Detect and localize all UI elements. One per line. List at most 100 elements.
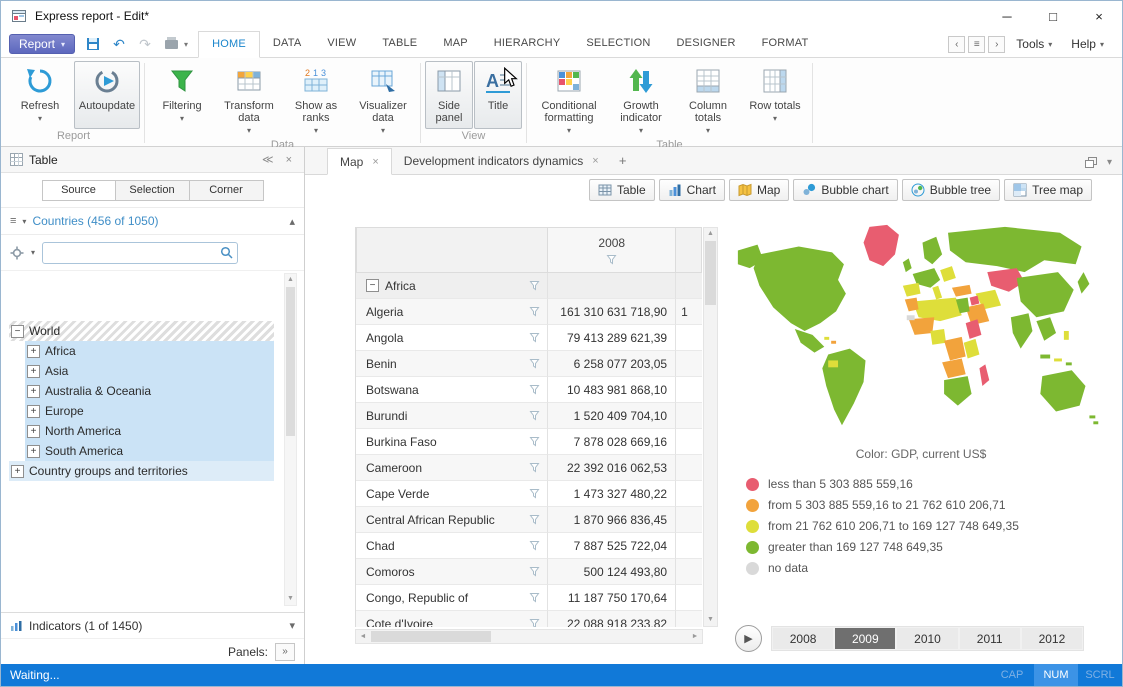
ribbon-tab-home[interactable]: HOME [198, 31, 260, 58]
undo-button[interactable]: ↶ [109, 34, 129, 54]
table-row[interactable]: Algeria161 310 631 718,901 [356, 299, 702, 325]
table-row[interactable]: Congo, Republic of11 187 750 170,64 [356, 585, 702, 611]
scroll-up-icon[interactable]: ▲ [707, 228, 714, 240]
restore-layout-icon[interactable] [1085, 157, 1097, 168]
table-row[interactable]: Botswana10 483 981 868,10 [356, 377, 702, 403]
table-group-row[interactable]: −Africa [356, 273, 702, 299]
country-cell[interactable]: Benin [356, 351, 548, 377]
dimension-header[interactable]: ≡ ▾ Countries (456 of 1050) ▴ [1, 207, 304, 235]
table-row[interactable]: Burundi1 520 409 704,10 [356, 403, 702, 429]
scroll-down-icon[interactable]: ▼ [287, 593, 294, 605]
table-row[interactable]: Central African Republic1 870 966 836,45 [356, 507, 702, 533]
table-row[interactable]: Benin6 258 077 203,05 [356, 351, 702, 377]
filter-icon[interactable] [529, 410, 540, 421]
minimize-button[interactable]: ─ [984, 1, 1030, 31]
expand-icon[interactable]: + [27, 405, 40, 418]
collapse-section-icon[interactable]: ▴ [289, 215, 295, 228]
search-input[interactable] [42, 242, 238, 264]
scroll-up-icon[interactable]: ▲ [287, 274, 294, 286]
table-row[interactable]: Cote d'Ivoire22 088 918 233,82 [356, 611, 702, 627]
country-cell[interactable]: Botswana [356, 377, 548, 403]
country-cell[interactable]: Comoros [356, 559, 548, 585]
print-button[interactable] [161, 34, 181, 54]
value-cell[interactable]: 1 520 409 704,10 [548, 403, 676, 429]
show-as-ranks-button[interactable]: 213 Show as ranks ▾ [283, 61, 349, 138]
maximize-button[interactable]: □ [1030, 1, 1076, 31]
ribbon-tab-map[interactable]: MAP [430, 31, 480, 57]
year-button-2009[interactable]: 2009 [835, 628, 895, 649]
indicators-section-header[interactable]: Indicators (1 of 1450) ▾ [1, 612, 304, 638]
tree-item-country-groups-and-territories[interactable]: +Country groups and territories [9, 461, 274, 481]
filter-icon[interactable] [529, 540, 540, 551]
tree-item-south-america[interactable]: +South America [25, 441, 274, 461]
autoupdate-button[interactable]: Autoupdate [74, 61, 140, 129]
filter-icon[interactable] [606, 254, 617, 265]
country-cell[interactable]: Chad [356, 533, 548, 559]
title-button[interactable]: A Title [474, 61, 522, 129]
tree-item-europe[interactable]: +Europe [25, 401, 274, 421]
close-button[interactable]: × [1076, 1, 1122, 31]
chevron-down-icon[interactable]: ▾ [184, 40, 188, 49]
tab-corner[interactable]: Corner [190, 180, 264, 201]
expand-icon[interactable]: + [27, 365, 40, 378]
country-cell[interactable]: Congo, Republic of [356, 585, 548, 611]
save-button[interactable] [83, 34, 103, 54]
nav-forward-button[interactable]: › [988, 36, 1005, 53]
ribbon-tab-designer[interactable]: DESIGNER [664, 31, 749, 57]
table-corner-cell[interactable] [356, 227, 548, 273]
tab-selection[interactable]: Selection [116, 180, 190, 201]
filtering-button[interactable]: Filtering ▾ [149, 61, 215, 138]
transform-data-button[interactable]: Transform data ▾ [216, 61, 282, 138]
value-cell[interactable]: 161 310 631 718,90 [548, 299, 676, 325]
scroll-down-icon[interactable]: ▼ [707, 614, 714, 626]
new-tab-button[interactable]: + [611, 147, 635, 174]
tree-item-asia[interactable]: +Asia [25, 361, 274, 381]
ribbon-tab-data[interactable]: DATA [260, 31, 315, 57]
world-map[interactable] [729, 221, 1114, 439]
tree-scrollbar[interactable]: ▲ ▼ [284, 273, 297, 606]
value-cell[interactable]: 7 878 028 669,16 [548, 429, 676, 455]
tab-map[interactable]: Map × [327, 148, 392, 175]
help-menu[interactable]: Help ▾ [1063, 37, 1112, 51]
tree-item-australia-oceania[interactable]: +Australia & Oceania [25, 381, 274, 401]
value-cell[interactable]: 1 870 966 836,45 [548, 507, 676, 533]
chevron-down-icon[interactable]: ▾ [289, 619, 295, 632]
nav-back-button[interactable]: ‹ [948, 36, 965, 53]
ribbon-tab-table[interactable]: TABLE [369, 31, 430, 57]
table-row[interactable]: Burkina Faso7 878 028 669,16 [356, 429, 702, 455]
filter-icon[interactable] [529, 332, 540, 343]
gear-icon[interactable] [10, 246, 24, 260]
table-row[interactable]: Chad7 887 525 722,04 [356, 533, 702, 559]
chevron-down-icon[interactable]: ▾ [22, 217, 26, 226]
view-chart-button[interactable]: Chart [659, 179, 725, 201]
country-cell[interactable]: Burundi [356, 403, 548, 429]
value-cell[interactable]: 6 258 077 203,05 [548, 351, 676, 377]
search-icon[interactable] [220, 246, 233, 262]
dimension-title[interactable]: Countries (456 of 1050) [32, 214, 158, 228]
filter-icon[interactable] [529, 592, 540, 603]
redo-button[interactable]: ↷ [135, 34, 155, 54]
value-cell[interactable]: 500 124 493,80 [548, 559, 676, 585]
country-cell[interactable]: −Africa [356, 273, 548, 299]
window-list-button[interactable]: ≡ [968, 36, 985, 53]
table-horizontal-scrollbar[interactable]: ◄ ► [355, 629, 703, 644]
filter-icon[interactable] [529, 488, 540, 499]
tree-item-world[interactable]: −World [9, 321, 274, 341]
tree-item-africa[interactable]: +Africa [25, 341, 274, 361]
filter-icon[interactable] [529, 618, 540, 627]
close-icon[interactable]: × [372, 156, 378, 168]
hamburger-icon[interactable]: ≡ [10, 215, 16, 227]
year-button-2010[interactable]: 2010 [897, 628, 957, 649]
table-row[interactable]: Comoros500 124 493,80 [356, 559, 702, 585]
ribbon-tab-format[interactable]: FORMAT [749, 31, 822, 57]
collapse-icon[interactable]: − [11, 325, 24, 338]
value-cell[interactable] [548, 273, 676, 299]
filter-icon[interactable] [529, 514, 540, 525]
panels-expand-button[interactable]: » [275, 643, 295, 661]
value-cell[interactable]: 1 473 327 480,22 [548, 481, 676, 507]
year-button-2012[interactable]: 2012 [1022, 628, 1082, 649]
chevron-down-icon[interactable]: ▾ [31, 248, 35, 257]
tab-development-indicators[interactable]: Development indicators dynamics × [392, 147, 611, 174]
tab-source[interactable]: Source [42, 180, 116, 201]
scrollbar-thumb[interactable] [371, 631, 491, 642]
